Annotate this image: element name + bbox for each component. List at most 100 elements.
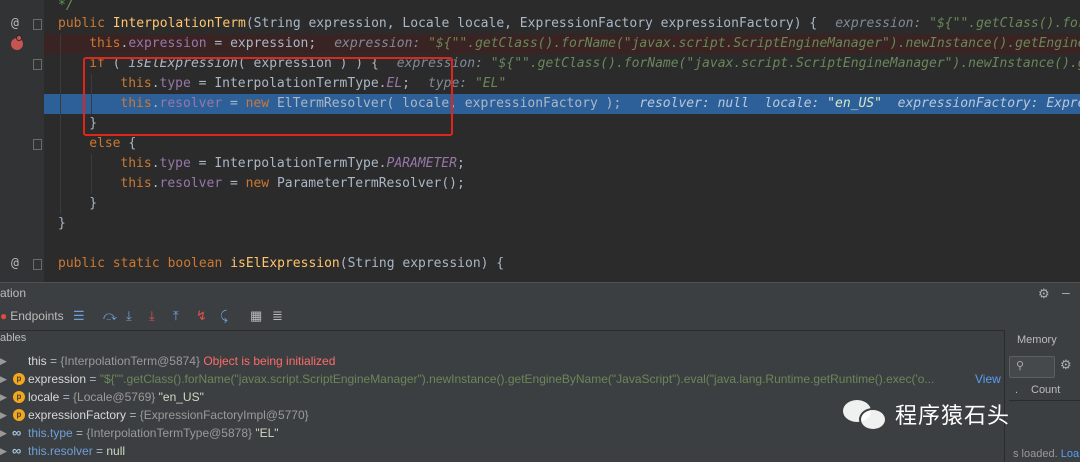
step-out-icon[interactable]: ⤒ xyxy=(173,308,179,324)
code-token: this xyxy=(89,36,121,51)
code-token: type xyxy=(159,156,191,171)
code-line[interactable]: else { xyxy=(44,134,1080,154)
code-line[interactable]: public InterpolationTerm(String expressi… xyxy=(44,14,1080,34)
memory-column-header: . Count xyxy=(1009,382,1080,401)
code-text: public static boolean isElExpression(Str… xyxy=(58,254,504,274)
equals-sign: = xyxy=(92,444,107,458)
drop-frame-icon[interactable]: ↯ xyxy=(196,308,207,324)
code-token: isElExpression xyxy=(230,256,340,271)
code-token: PARAMETER xyxy=(386,156,457,171)
run-to-cursor-icon[interactable]: ⤹ xyxy=(220,308,228,324)
expand-arrow-icon[interactable]: ▶ xyxy=(0,352,7,370)
count-column-header[interactable]: Count xyxy=(1031,384,1060,396)
code-token: ParameterTermResolver(); xyxy=(276,176,465,191)
hint-token: expression: xyxy=(835,16,930,31)
gutter-line[interactable] xyxy=(0,174,44,194)
gutter-line[interactable] xyxy=(0,114,44,134)
code-editor[interactable]: @ @ */public InterpolationTerm(String exp… xyxy=(0,0,1080,282)
code-text: public InterpolationTerm(String expressi… xyxy=(58,14,1080,34)
class-column-header[interactable]: . xyxy=(1015,384,1018,396)
variable-row[interactable]: ▶ this = {InterpolationTerm@5874} Object … xyxy=(0,352,1004,370)
view-link[interactable]: View xyxy=(975,370,1001,388)
highlight-annotation-box xyxy=(83,57,453,136)
code-token: this xyxy=(120,156,152,171)
gutter-line[interactable] xyxy=(0,154,44,174)
memory-panel: Memory ⚲ ⚙ . Count s loaded. Loa xyxy=(1004,330,1080,462)
editor-gutter[interactable]: @ @ xyxy=(0,0,44,282)
code-line[interactable]: } xyxy=(44,214,1080,234)
gutter-line[interactable] xyxy=(0,54,44,74)
expand-arrow-icon[interactable]: ▶ xyxy=(0,406,7,424)
code-token: = expression; xyxy=(206,36,317,51)
gutter-line[interactable]: @ xyxy=(0,14,44,34)
breakpoint-icon[interactable] xyxy=(11,36,23,50)
memory-tab[interactable]: Memory xyxy=(1017,334,1057,346)
equals-sign: = xyxy=(86,372,100,386)
variable-entry: this.resolver = null xyxy=(28,442,125,460)
fold-icon[interactable] xyxy=(33,19,42,30)
code-text: } xyxy=(58,214,66,234)
variable-value: "en_US" xyxy=(158,390,204,404)
override-marker-icon[interactable]: @ xyxy=(11,256,19,271)
variable-value: "${"".getClass().forName("javax.script.S… xyxy=(99,372,935,386)
fold-icon[interactable] xyxy=(33,59,42,70)
variable-name: expressionFactory xyxy=(28,408,127,422)
hint-token: resolver: null locale: xyxy=(639,96,828,111)
show-execution-point-icon[interactable]: ☰ xyxy=(73,308,85,324)
gutter-line[interactable] xyxy=(0,94,44,114)
hint-token: "${"".getClass().forName("javax.script.S… xyxy=(490,56,1080,71)
code-token: } xyxy=(89,196,98,211)
variable-type: {InterpolationTerm@5874} xyxy=(60,354,204,368)
trace-icon[interactable]: ≣ xyxy=(272,308,283,324)
code-token: = InterpolationTermType. xyxy=(190,156,387,171)
code-text: else { xyxy=(89,134,136,154)
gutter-line[interactable]: @ xyxy=(0,254,44,274)
variable-name: expression xyxy=(28,372,87,386)
gutter-line[interactable] xyxy=(0,234,44,254)
variable-type: {InterpolationTermType@5878} xyxy=(86,426,256,440)
variable-type: {Locale@5769} xyxy=(73,390,159,404)
expand-arrow-icon[interactable]: ▶ xyxy=(0,442,7,460)
evaluate-expression-icon[interactable]: ▦ xyxy=(250,308,262,324)
gutter-line[interactable] xyxy=(0,134,44,154)
code-line[interactable]: this.resolver = new ParameterTermResolve… xyxy=(44,174,1080,194)
code-token: = xyxy=(222,176,246,191)
inline-debug-hint: expression: "${"".getClass().forName("ja… xyxy=(334,36,1080,51)
code-token: . xyxy=(151,156,160,171)
equals-sign: = xyxy=(59,390,74,404)
fold-icon[interactable] xyxy=(33,139,42,150)
variable-value: null xyxy=(106,444,126,458)
fold-icon[interactable] xyxy=(33,259,42,270)
code-line[interactable]: this.type = InterpolationTermType.PARAME… xyxy=(44,154,1080,174)
expand-arrow-icon[interactable]: ▶ xyxy=(0,370,7,388)
code-token: InterpolationTerm xyxy=(112,16,246,31)
variable-row[interactable]: ▶ ∞ this.resolver = null xyxy=(0,442,1004,460)
expand-arrow-icon[interactable]: ▶ xyxy=(0,424,7,442)
code-line[interactable]: } xyxy=(44,194,1080,214)
gutter-line[interactable] xyxy=(0,74,44,94)
wechat-logo-icon xyxy=(843,398,889,431)
code-line[interactable] xyxy=(44,234,1080,254)
gutter-line[interactable] xyxy=(0,194,44,214)
endpoints-tab[interactable]: ● Endpoints xyxy=(0,309,64,323)
step-into-icon[interactable]: ⤓ xyxy=(126,308,132,324)
indent-guide xyxy=(60,174,61,194)
variable-entry: locale = {Locale@5769} "en_US" xyxy=(28,388,204,406)
expand-arrow-icon[interactable]: ▶ xyxy=(0,388,7,406)
memory-settings-icon[interactable]: ⚙ xyxy=(1060,357,1072,373)
memory-search-input[interactable]: ⚲ xyxy=(1009,356,1055,378)
gutter-line[interactable] xyxy=(0,34,44,54)
gutter-line[interactable] xyxy=(0,214,44,234)
override-marker-icon[interactable]: @ xyxy=(11,16,19,31)
variable-row[interactable]: ▶ p expression = "${"".getClass().forName(… xyxy=(0,370,1004,388)
code-token: */ xyxy=(58,0,74,13)
indent-guide xyxy=(60,54,61,74)
minimize-icon[interactable]: – xyxy=(1062,284,1070,300)
variable-type: {ExpressionFactoryImpl@5770} xyxy=(139,408,309,422)
step-over-icon[interactable]: ⤼ xyxy=(103,308,117,324)
load-classes-link[interactable]: Loa xyxy=(1061,448,1079,460)
code-line[interactable]: this.expression = expression; expression:… xyxy=(44,34,1080,54)
gear-icon[interactable]: ⚙ xyxy=(1038,286,1050,302)
force-step-into-icon[interactable]: ⤓ xyxy=(149,308,155,324)
code-line[interactable]: public static boolean isElExpression(Str… xyxy=(44,254,1080,274)
